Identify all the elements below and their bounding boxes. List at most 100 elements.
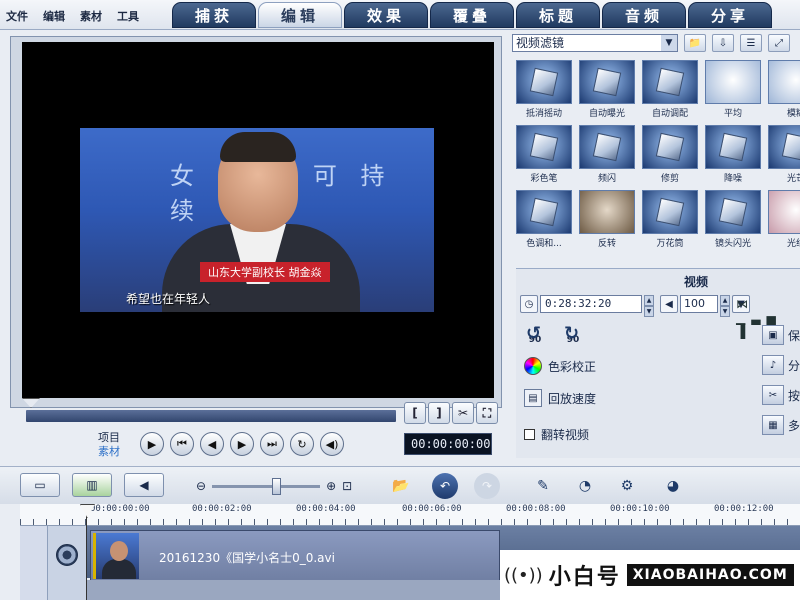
preview-scrubber[interactable] xyxy=(22,398,402,426)
play-icon[interactable]: ▶ xyxy=(140,432,164,456)
library-category-label: 视频滤镜 xyxy=(516,36,565,50)
tab-overlay[interactable]: 覆叠 xyxy=(430,2,514,28)
chapter-icon[interactable]: ◕ xyxy=(660,473,686,499)
filter-thumbnail[interactable]: 抵消摇动 xyxy=(514,60,574,122)
filter-thumbnail[interactable]: 频闪 xyxy=(577,125,637,187)
mode-project[interactable]: 项目 xyxy=(98,431,120,445)
zoom-in-icon[interactable]: ⊕ xyxy=(326,479,336,493)
filter-thumbnail[interactable]: 自动曝光 xyxy=(577,60,637,122)
split-audio-button[interactable]: ♪ 分 xyxy=(762,355,800,375)
chevron-down-icon[interactable]: ▼ xyxy=(661,35,677,51)
flip-video-checkbox[interactable] xyxy=(524,429,535,440)
split-scene-button[interactable]: ✂ 按 xyxy=(762,385,800,405)
expand-icon[interactable]: ⤢ xyxy=(768,34,790,52)
repeat-icon[interactable]: ↻ xyxy=(290,432,314,456)
flip-video-row[interactable]: 翻转视频 xyxy=(524,426,589,443)
ruler-tick: 00:00:12:00 xyxy=(714,504,774,514)
tab-effect[interactable]: 效果 xyxy=(344,2,428,28)
zoom-slider[interactable] xyxy=(212,477,321,495)
rotate-left-icon[interactable]: 90 xyxy=(522,317,548,351)
zoom-out-icon[interactable]: ⊖ xyxy=(196,479,206,493)
menu-edit[interactable]: 编辑 xyxy=(43,8,65,24)
prev-frame-icon[interactable]: ◀ xyxy=(200,432,224,456)
clip-name: 20161230《国学小名士0_0.avi xyxy=(159,551,335,565)
library-tools: 📁 ⇩ ☰ ⤢ xyxy=(684,34,790,52)
filter-thumbnail[interactable]: 模糊 xyxy=(766,60,800,122)
video-clip[interactable]: 20161230《国学小名士0_0.avi xyxy=(90,530,500,582)
playback-speed-row[interactable]: ▤ 回放速度 xyxy=(524,389,596,407)
insert-media-icon[interactable]: 📂 xyxy=(388,473,414,499)
zoom-knob[interactable] xyxy=(272,477,282,495)
rotate-row: 90 90 xyxy=(522,317,586,351)
filter-label: 频闪 xyxy=(597,174,616,184)
multi-trim-icon: ▦ xyxy=(762,415,784,435)
volume-field[interactable]: 100 xyxy=(680,295,718,313)
smart-proxy-icon[interactable]: ✎ xyxy=(530,473,556,499)
transport-controls: ▶ ⏮ ◀ ▶ ⏭ ↻ ◀) xyxy=(140,432,344,456)
audio-view-button[interactable]: ◀ xyxy=(124,473,164,497)
track-manager-icon[interactable]: ⚙ xyxy=(614,473,640,499)
filter-label: 自动调配 xyxy=(651,109,688,119)
cube-icon xyxy=(781,132,800,162)
menu-clip[interactable]: 素材 xyxy=(80,8,102,24)
next-frame-icon[interactable]: ▶ xyxy=(230,432,254,456)
duration-spinner[interactable]: ▲ ▼ xyxy=(644,295,654,317)
cut-icon[interactable]: ✂ xyxy=(452,402,474,424)
library-category-select[interactable]: 视频滤镜 ▼ xyxy=(512,34,678,52)
volume-spinner[interactable]: ▲ ▼ xyxy=(720,295,730,317)
go-start-icon[interactable]: ⏮ xyxy=(170,432,194,456)
storyboard-view-button[interactable]: ▭ xyxy=(20,473,60,497)
play-mode: 项目 素材 xyxy=(98,431,120,459)
timeline-ruler[interactable]: 00:00:00:00 00:00:02:00 00:00:04:00 00:0… xyxy=(20,504,800,526)
import-icon[interactable]: ⇩ xyxy=(712,34,734,52)
go-end-icon[interactable]: ⏭ xyxy=(260,432,284,456)
step-tabs: 捕获 编辑 效果 覆叠 标题 音频 分享 xyxy=(172,2,772,28)
filter-thumbnail[interactable]: 修剪 xyxy=(640,125,700,187)
filter-label: 光线 xyxy=(786,239,800,249)
timeline-playhead[interactable] xyxy=(86,504,87,600)
filter-preview xyxy=(705,190,761,234)
top-bar: 文件 编辑 素材 工具 捕获 编辑 效果 覆叠 标题 音频 分享 xyxy=(0,0,800,30)
mode-clip[interactable]: 素材 xyxy=(98,445,120,459)
folder-icon[interactable]: 📁 xyxy=(684,34,706,52)
cube-icon xyxy=(529,197,559,227)
fullscreen-icon[interactable]: ⛶ xyxy=(476,402,498,424)
filter-thumbnail[interactable]: 彩色笔 xyxy=(514,125,574,187)
batch-convert-icon[interactable]: ◔ xyxy=(572,473,598,499)
timeline-view-button[interactable]: ▥ xyxy=(72,473,112,497)
tab-title[interactable]: 标题 xyxy=(516,2,600,28)
tab-share[interactable]: 分享 xyxy=(688,2,772,28)
scrubber-track[interactable] xyxy=(26,410,396,422)
filter-thumbnail[interactable]: 光芒 xyxy=(766,125,800,187)
fit-icon[interactable]: ⊡ xyxy=(342,479,352,493)
undo-icon[interactable]: ↶ xyxy=(432,473,458,499)
menu-tools[interactable]: 工具 xyxy=(117,8,139,24)
filter-thumbnail[interactable]: 降噪 xyxy=(703,125,763,187)
redo-icon[interactable]: ↷ xyxy=(474,473,500,499)
menu-file[interactable]: 文件 xyxy=(6,8,28,24)
preview-screen[interactable]: 女 性 类 可 持 续 山东大学副校长 胡金焱 希望也在年轻人 xyxy=(22,42,494,398)
volume-icon[interactable]: ◀) xyxy=(320,432,344,456)
color-correction-row[interactable]: 色彩校正 xyxy=(524,357,596,375)
rotate-right-icon[interactable]: 90 xyxy=(560,317,586,351)
filter-thumbnail[interactable]: 万花筒 xyxy=(640,190,700,252)
filter-thumbnail[interactable]: 光线 xyxy=(766,190,800,252)
filter-thumbnail[interactable]: 反转 xyxy=(577,190,637,252)
duration-field[interactable]: 0:28:32:20 xyxy=(540,295,642,313)
tab-audio[interactable]: 音频 xyxy=(602,2,686,28)
multi-trim-button[interactable]: ▦ 多 xyxy=(762,415,800,435)
filter-thumbnail[interactable]: 镜头闪光 xyxy=(703,190,763,252)
mark-in-button[interactable]: [ xyxy=(404,402,426,424)
tab-edit[interactable]: 编辑 xyxy=(258,2,342,28)
save-frame-button[interactable]: ▣ 保 xyxy=(762,325,800,345)
filter-thumbnail[interactable]: 自动调配 xyxy=(640,60,700,122)
timecode-display[interactable]: 00:00:00:00 xyxy=(404,433,492,455)
options-panel: 视频 ◷ 0:28:32:20 ▲▼ ◀ 100 ▲▼ ▼ ⋈ ▁▃▅ ▐ 90… xyxy=(516,268,800,458)
cube-icon xyxy=(529,132,559,162)
clock-icon: ◷ xyxy=(520,295,538,313)
mark-out-button[interactable]: ] xyxy=(428,402,450,424)
filter-thumbnail[interactable]: 平均 xyxy=(703,60,763,122)
filter-thumbnail[interactable]: 色调和... xyxy=(514,190,574,252)
library-manager-icon[interactable]: ☰ xyxy=(740,34,762,52)
tab-capture[interactable]: 捕获 xyxy=(172,2,256,28)
